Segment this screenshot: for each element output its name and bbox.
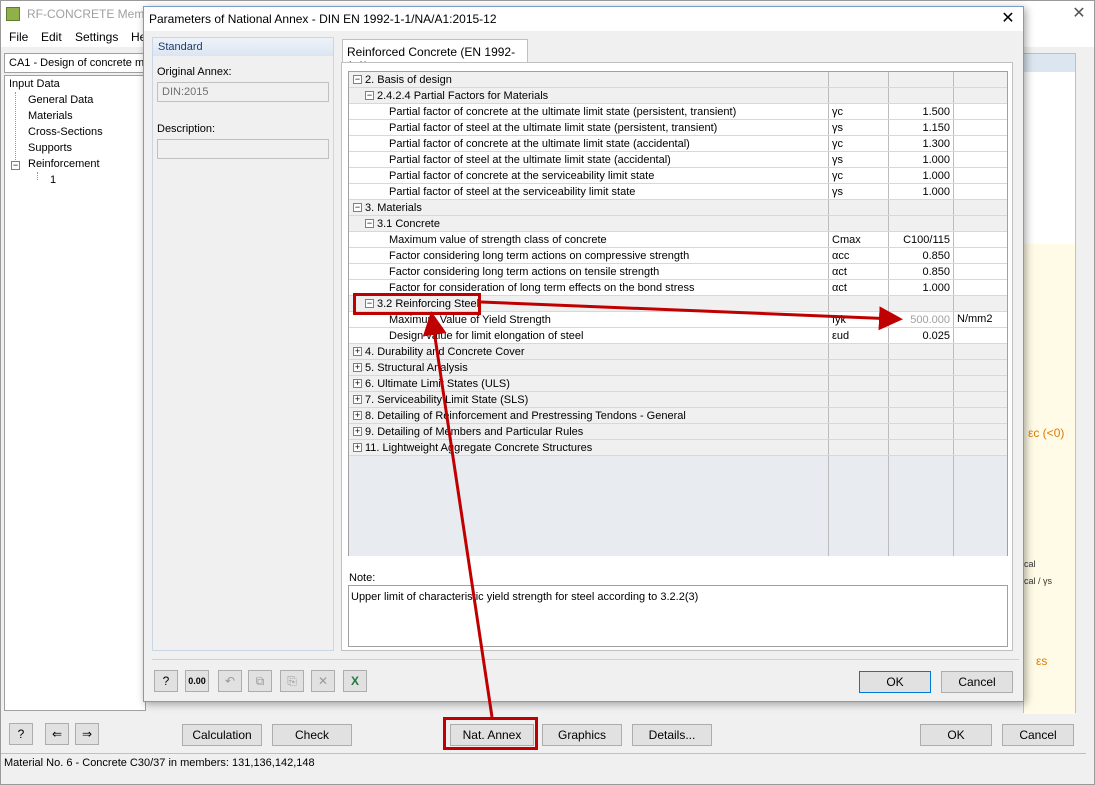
arrow-to-reinforcing-steel	[422, 311, 494, 718]
arrow-to-yield-strength	[480, 300, 903, 331]
annotation-arrows	[422, 300, 903, 718]
